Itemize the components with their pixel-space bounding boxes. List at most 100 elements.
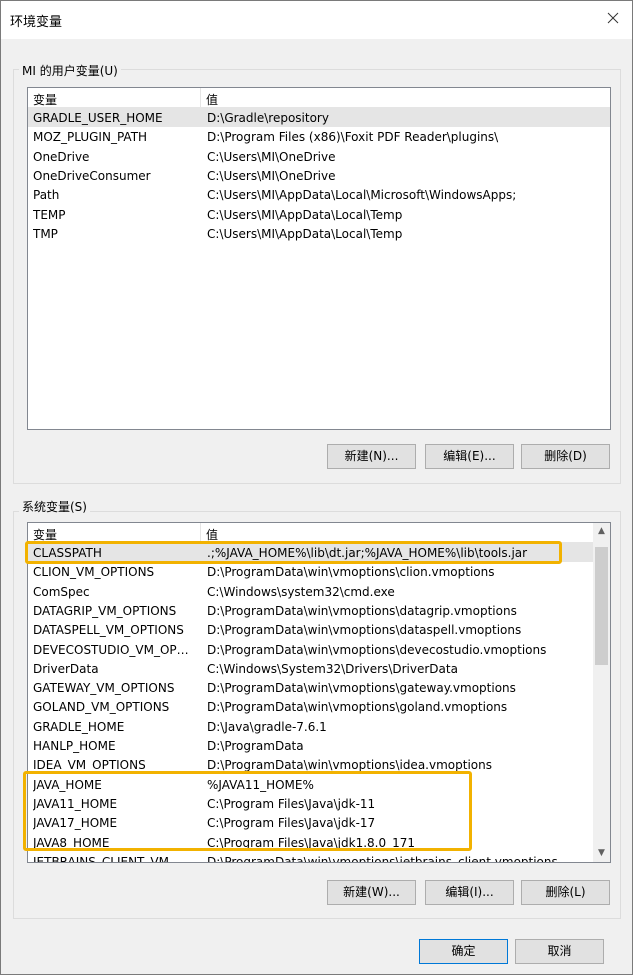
table-row[interactable]: GATEWAY_VM_OPTIONS D:\ProgramData\win\vmo… [28,678,610,697]
variable-name: GOLAND_VM_OPTIONS [33,700,170,715]
variable-name: GATEWAY_VM_OPTIONS [33,681,175,696]
variable-name: DATAGRIP_VM_OPTIONS [33,603,177,618]
variable-name: CLION_VM_OPTIONS [33,565,155,580]
system-vars-group-label: 系统变量(S) [19,498,90,515]
system-edit-button[interactable]: 编辑(I)... [425,880,514,905]
system-delete-button[interactable]: 删除(L) [521,880,610,905]
table-row[interactable]: GRADLE_HOME D:\Java\gradle-7.6.1 [28,717,610,736]
variable-value: D:\ProgramData\win\vmoptions\devecostudi… [207,642,547,657]
system-new-button[interactable]: 新建(W)... [327,880,416,905]
table-row[interactable]: OneDrive C:\Users\MI\OneDrive [28,147,610,166]
variable-value: C:\Program Files\Java\jdk1.8.0_171 [207,835,416,850]
table-row[interactable]: CLION_VM_OPTIONS D:\ProgramData\win\vmopt… [28,562,610,581]
user-edit-button[interactable]: 编辑(E)... [425,444,514,469]
close-icon[interactable] [604,9,622,27]
column-header-name[interactable]: 变量 [33,526,57,543]
table-row[interactable]: TEMP C:\Users\MI\AppData\Local\Temp [28,205,610,224]
table-row[interactable]: DATASPELL_VM_OPTIONS D:\ProgramData\win\v… [28,620,610,639]
user-vars-header: 变量 值 [28,88,610,108]
variable-value: .;%JAVA_HOME%\lib\dt.jar;%JAVA_HOME%\lib… [207,546,528,560]
variable-value: C:\Users\MI\AppData\Local\Temp [207,207,403,222]
variable-value: C:\Users\MI\AppData\Local\Microsoft\Wind… [207,188,517,203]
variable-name: JAVA_HOME [33,777,102,792]
variable-value: C:\Users\MI\OneDrive [207,149,336,164]
variable-name: JAVA8_HOME [33,835,110,850]
variable-name: JAVA11_HOME [33,796,118,811]
table-row[interactable]: HANLP_HOME D:\ProgramData [28,736,610,755]
variable-value: D:\Java\gradle-7.6.1 [207,719,327,734]
variable-value: D:\ProgramData\win\vmoptions\clion.vmopt… [207,565,495,580]
column-header-name[interactable]: 变量 [33,91,57,108]
table-row[interactable]: MOZ_PLUGIN_PATH D:\Program Files (x86)\Fo… [28,127,610,146]
system-vars-list[interactable]: 变量 值 CLASSPATH .;%JAVA_HOME%\lib\dt.jar;%… [27,522,611,863]
variable-value: D:\ProgramData\win\vmoptions\jetbrains_c… [207,854,558,863]
variable-name: TMP [33,226,58,241]
variable-value: C:\Program Files\Java\jdk-11 [207,796,376,811]
cancel-button[interactable]: 取消 [515,939,604,964]
table-row[interactable]: OneDriveConsumer C:\Users\MI\OneDrive [28,166,610,185]
table-row[interactable]: JAVA17_HOME C:\Program Files\Java\jdk-17 [28,813,610,832]
table-row[interactable]: TMP C:\Users\MI\AppData\Local\Temp [28,224,610,243]
system-vars-header: 变量 值 [28,523,610,543]
table-row[interactable]: CLASSPATH .;%JAVA_HOME%\lib\dt.jar;%JAVA_… [28,543,610,562]
table-row[interactable]: DEVECOSTUDIO_VM_OPTI... D:\ProgramData\wi… [28,640,610,659]
variable-name: OneDrive [33,149,90,164]
variable-value: D:\ProgramData\win\vmoptions\gateway.vmo… [207,681,516,696]
scroll-up-icon[interactable]: ▲ [593,523,610,540]
variable-name: DriverData [33,661,99,676]
variable-name: DATASPELL_VM_OPTIONS [33,623,184,638]
user-vars-group-label: MI 的用户变量(U) [19,62,121,79]
user-vars-list[interactable]: 变量 值 GRADLE_USER_HOME D:\Gradle\repositor… [27,87,611,430]
scroll-thumb[interactable] [595,547,608,665]
table-row[interactable]: JETBRAINS_CLIENT_VM_OP... D:\ProgramData\… [28,852,610,863]
variable-name: CLASSPATH [33,546,102,560]
variable-value: C:\Program Files\Java\jdk-17 [207,816,376,831]
table-row[interactable]: DATAGRIP_VM_OPTIONS D:\ProgramData\win\vm… [28,601,610,620]
variable-name: JETBRAINS_CLIENT_VM_OP... [33,854,195,863]
variable-name: IDEA_VM_OPTIONS [33,758,146,773]
table-row[interactable]: IDEA_VM_OPTIONS D:\ProgramData\win\vmopti… [28,755,610,774]
variable-name: HANLP_HOME [33,739,116,753]
variable-value: C:\Windows\system32\cmd.exe [207,584,395,599]
column-header-value[interactable]: 值 [206,91,218,108]
scroll-down-icon[interactable]: ▼ [593,845,610,862]
variable-value: C:\Users\MI\OneDrive [207,168,336,183]
table-row[interactable]: JAVA8_HOME C:\Program Files\Java\jdk1.8.0… [28,833,610,852]
variable-name: DEVECOSTUDIO_VM_OPTI... [33,642,195,657]
table-row[interactable]: ComSpec C:\Windows\system32\cmd.exe [28,582,610,601]
variable-name: OneDriveConsumer [33,168,151,183]
window-title: 环境变量 [10,15,63,30]
variable-value: D:\ProgramData [207,739,304,753]
variable-name: Path [33,188,60,203]
table-row[interactable]: JAVA_HOME %JAVA11_HOME% [28,775,610,794]
variable-name: MOZ_PLUGIN_PATH [33,130,148,145]
variable-value: D:\ProgramData\win\vmoptions\datagrip.vm… [207,603,517,618]
variable-value: D:\ProgramData\win\vmoptions\dataspell.v… [207,623,522,638]
variable-name: JAVA17_HOME [33,816,118,831]
title-bar: 环境变量 [1,1,632,39]
column-divider[interactable] [200,523,201,542]
table-row[interactable]: JAVA11_HOME C:\Program Files\Java\jdk-11 [28,794,610,813]
variable-value: C:\Users\MI\AppData\Local\Temp [207,226,403,241]
ok-button[interactable]: 确定 [419,939,508,964]
variable-value: %JAVA11_HOME% [207,777,314,792]
variable-name: TEMP [33,207,66,222]
variable-name: GRADLE_USER_HOME [33,111,163,125]
variable-value: D:\Program Files (x86)\Foxit PDF Reader\… [207,130,499,145]
column-divider[interactable] [200,88,201,107]
variable-name: ComSpec [33,584,90,599]
user-delete-button[interactable]: 删除(D) [521,444,610,469]
variable-name: GRADLE_HOME [33,719,125,734]
table-row[interactable]: GRADLE_USER_HOME D:\Gradle\repository [28,108,610,127]
env-vars-dialog: 环境变量 MI 的用户变量(U) 变量 值 GRADLE_USER_HOME D:… [0,0,633,975]
table-row[interactable]: DriverData C:\Windows\System32\Drivers\Dr… [28,659,610,678]
system-vars-scrollbar[interactable]: ▲ ▼ [593,523,610,862]
variable-value: D:\ProgramData\win\vmoptions\goland.vmop… [207,700,508,715]
variable-value: D:\Gradle\repository [207,111,329,125]
user-new-button[interactable]: 新建(N)... [327,444,416,469]
table-row[interactable]: GOLAND_VM_OPTIONS D:\ProgramData\win\vmop… [28,697,610,716]
column-header-value[interactable]: 值 [206,526,218,543]
table-row[interactable]: Path C:\Users\MI\AppData\Local\Microsoft\… [28,185,610,204]
variable-value: D:\ProgramData\win\vmoptions\idea.vmopti… [207,758,492,773]
variable-value: C:\Windows\System32\Drivers\DriverData [207,661,458,676]
